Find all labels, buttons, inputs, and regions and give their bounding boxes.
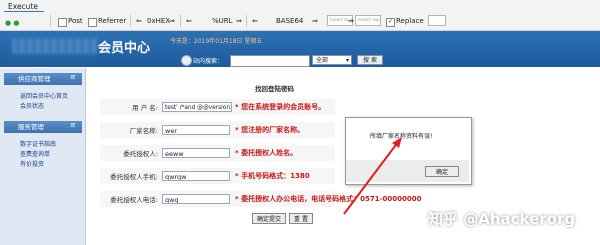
toolbar-divider	[246, 15, 247, 27]
reset-button[interactable]: 重 置	[289, 213, 313, 224]
collapse-icon[interactable]: ≡	[70, 121, 76, 129]
search-icon	[181, 55, 192, 66]
agent-phone-field[interactable]: qwq	[162, 194, 230, 204]
agent-mobile-hint: * 手机号码格式：1380	[235, 172, 310, 180]
toolbar-divider	[180, 15, 181, 27]
sidebar-item-cert-guide[interactable]: 数字证书指南	[20, 139, 56, 148]
manufacturer-field[interactable]: wer	[162, 125, 230, 135]
agent-name-hint: * 委托授权人姓名。	[235, 149, 298, 157]
replace-label: Replace	[396, 17, 424, 25]
sidebar-item-investment[interactable]: 有价投资	[20, 159, 44, 168]
agent-name-label: 委托授权人:	[123, 150, 158, 158]
section-title: 服务管理	[18, 123, 44, 131]
post-checkbox[interactable]	[58, 18, 67, 27]
dialog-message: 所填厂家名称资料有误!	[370, 133, 433, 140]
url-forward-icon[interactable]: ⇒	[236, 17, 242, 25]
agent-mobile-label: 委托授权人手机:	[110, 173, 158, 181]
dialog-ok-button[interactable]: 确定	[425, 166, 459, 177]
insert-replace-input[interactable]: Insert rep	[355, 15, 381, 26]
search-category-select[interactable]: 全部 ▾	[312, 55, 352, 65]
url-button[interactable]: %URL	[212, 17, 233, 25]
manufacturer-hint: * 您注册的厂家名称。	[235, 126, 305, 134]
username-label: 用 户 名:	[132, 104, 158, 112]
tab-execute[interactable]: Execute	[8, 2, 38, 11]
search-input[interactable]	[230, 55, 310, 67]
replace-checkbox[interactable]: ✓	[386, 18, 395, 27]
sidebar-item-home[interactable]: 返回会员中心首页	[20, 91, 68, 100]
submit-button[interactable]: 确定提交	[252, 213, 286, 224]
run-indicator-icon: ● ●	[5, 19, 20, 27]
base64-forward-icon[interactable]: ⇒	[312, 17, 318, 25]
search-label: 站内搜索：	[193, 58, 224, 65]
watermark: 知乎 @Ahackerorg	[428, 210, 576, 228]
collapse-icon[interactable]: ≡	[70, 73, 76, 81]
sidebar-item-fee-query[interactable]: 查费查询单	[20, 149, 50, 158]
toolbar-divider	[130, 15, 131, 27]
toolbar-divider	[50, 15, 51, 27]
page-title: 找回登陆密码	[255, 85, 294, 93]
base64-arrow-icon[interactable]: ⇐	[252, 17, 258, 25]
url-arrow-icon[interactable]: ⇐	[186, 17, 192, 25]
hex-forward-icon[interactable]: ⇒	[169, 17, 175, 25]
username-field[interactable]: test' /*and @@version>0 and	[162, 102, 232, 112]
agent-phone-hint: * 委托授权人办公电话，电话号码格式：0571-00000000	[235, 195, 422, 203]
replace-arrow-icon[interactable]: ⇒	[348, 17, 354, 25]
post-label: Post	[68, 17, 83, 25]
manufacturer-label: 厂家名称:	[129, 127, 158, 135]
select-value: 全部	[316, 57, 329, 64]
base64-button[interactable]: BASE64	[276, 17, 303, 25]
hex-button[interactable]: 0xHEX	[147, 17, 170, 25]
sidebar-item-status[interactable]: 会员状态	[20, 101, 44, 110]
chevron-down-icon: ▾	[345, 57, 349, 64]
date-text: 今天是：2019年01月18日 星期五	[170, 38, 263, 45]
referrer-checkbox[interactable]	[88, 18, 97, 27]
blurred-logo	[12, 38, 98, 54]
replace-value-input[interactable]	[428, 15, 446, 26]
referrer-label: Referrer	[98, 17, 127, 25]
search-button[interactable]: 搜 索	[357, 55, 383, 65]
section-title: 供应商管理	[18, 75, 51, 83]
agent-name-field[interactable]: eeww	[162, 148, 230, 158]
hex-arrow-icon[interactable]: ⇐	[136, 17, 142, 25]
agent-phone-label: 委托授权人电话:	[110, 196, 158, 204]
agent-mobile-field[interactable]: qwrqw	[162, 171, 230, 181]
site-title: 会员中心	[98, 41, 151, 56]
tab-underline	[4, 11, 44, 12]
username-hint: * 您在系统登录的会员账号。	[235, 103, 326, 111]
